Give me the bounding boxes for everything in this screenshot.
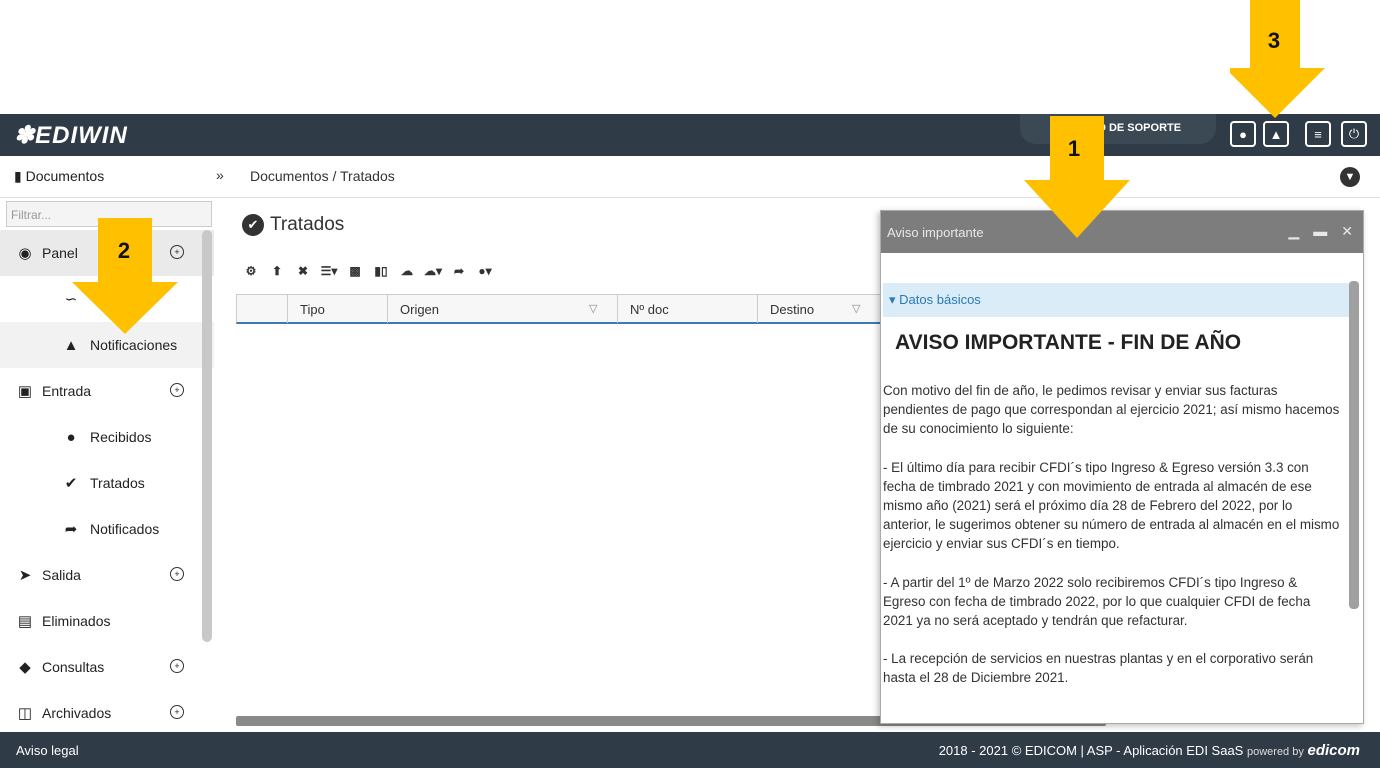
pdf-icon[interactable]: ▩ — [346, 260, 364, 282]
important-notice-dialog: Aviso importante ▁ ▬ ✕ ▾ Datos básicos A… — [880, 210, 1364, 724]
sidebar-item-consultas[interactable]: ◆ Consultas + — [0, 644, 214, 690]
column-tipo[interactable]: Tipo — [287, 295, 387, 323]
user-icon: ● — [1239, 126, 1247, 142]
exclamation-icon: ● — [66, 428, 76, 446]
column-numero-doc[interactable]: Nº doc — [617, 295, 757, 323]
bell-icon: ▲ — [63, 336, 79, 354]
notice-paragraph: - El último día para recibir CFDI´s tipo… — [883, 459, 1340, 552]
annotation-badge-1: 1 — [1052, 126, 1096, 172]
power-icon: ⏻ — [1348, 126, 1360, 141]
user-button[interactable]: ● — [1230, 121, 1256, 147]
section-selector[interactable]: ▮ Documentos — [14, 168, 104, 185]
notice-paragraph: Con motivo del fin de año, le pedimos re… — [883, 383, 1340, 437]
minimize-icon[interactable]: ▁ — [1288, 223, 1299, 240]
footer: Aviso legal 2018 - 2021 © EDICOM | ASP -… — [0, 732, 1380, 768]
collapse-chevron-icon[interactable]: » — [216, 167, 224, 183]
menu-icon: ≡ — [1314, 126, 1322, 142]
database-dropdown-icon[interactable]: ☰▾ — [320, 260, 338, 282]
check-circle-icon: ✔ — [64, 475, 78, 492]
cancel-icon[interactable]: ✖ — [294, 260, 312, 282]
paper-plane-icon: ➤ — [18, 567, 32, 584]
inbox-icon: ▣ — [17, 383, 33, 400]
expand-icon[interactable]: + — [170, 659, 184, 673]
bell-icon: ▲ — [1269, 126, 1283, 142]
caret-down-icon: ▾ — [889, 292, 896, 307]
filter-icon[interactable]: ▽ — [589, 302, 597, 315]
close-icon[interactable]: ✕ — [1341, 223, 1353, 240]
sidebar-item-salida[interactable]: ➤ Salida + — [0, 552, 214, 598]
copyright: 2018 - 2021 © EDICOM | ASP - Aplicación … — [938, 742, 1360, 759]
expand-icon[interactable]: + — [170, 383, 184, 397]
sidebar-item-recibidos[interactable]: ● Recibidos — [0, 414, 214, 460]
page-title: ✔ Tratados — [242, 214, 344, 236]
tag-dropdown-icon[interactable]: ●▾ — [476, 260, 494, 282]
sidebar-item-notificados[interactable]: ➦ Notificados — [0, 506, 214, 552]
barcode-icon[interactable]: ▮▯ — [372, 260, 390, 282]
legal-notice-link[interactable]: Aviso legal — [16, 743, 79, 758]
database-icon: ◫ — [17, 705, 33, 722]
filter-icon[interactable]: ▽ — [852, 302, 860, 315]
breadcrumb: Documentos / Tratados — [250, 168, 395, 184]
maximize-icon[interactable]: ▬ — [1313, 223, 1327, 240]
expand-icon[interactable]: + — [170, 567, 184, 581]
dialog-title: Aviso importante — [887, 225, 984, 240]
ediwin-logo[interactable]: ✽EDIWIN — [14, 121, 128, 150]
sidebar-scrollbar[interactable] — [202, 230, 212, 642]
document-icon: ▮ — [14, 168, 22, 184]
annotation-badge-2: 2 — [102, 228, 146, 274]
share-icon: ➦ — [64, 521, 78, 538]
cloud-upload-icon[interactable]: ☁ — [398, 260, 416, 282]
notice-heading: AVISO IMPORTANTE - FIN DE AÑO — [895, 331, 1242, 354]
cloud-download-dropdown-icon[interactable]: ☁▾ — [424, 260, 442, 282]
edicom-logo: edicom — [1307, 742, 1360, 759]
dialog-controls: ▁ ▬ ✕ — [1288, 223, 1353, 240]
check-circle-icon: ✔ — [242, 214, 264, 236]
tab-datos-basicos[interactable]: ▾ Datos básicos — [883, 283, 1349, 317]
documents-grid-header: Tipo Origen ▽ Nº doc Destino ▽ — [236, 294, 916, 324]
breadcrumb-bar: ▮ Documentos » Documentos / Tratados ▼ — [0, 156, 1380, 198]
notice-paragraph: - A partir del 1º de Marzo 2022 solo rec… — [883, 574, 1311, 629]
dialog-scrollbar[interactable] — [1349, 281, 1359, 609]
trash-icon: ▤ — [17, 613, 33, 630]
sidebar-item-entrada[interactable]: ▣ Entrada + — [0, 368, 214, 414]
annotation-badge-3: 3 — [1252, 18, 1296, 64]
top-header: ✽EDIWIN UD DE SOPORTE ● ▲ ≡ ⏻ — [0, 114, 1380, 156]
settings-icon[interactable]: ⚙ — [242, 260, 260, 282]
logo-mark-icon: ✽ — [14, 122, 36, 149]
sidebar-item-archivados[interactable]: ◫ Archivados + — [0, 690, 214, 732]
bolt-icon[interactable]: ⬆ — [268, 260, 286, 282]
binoculars-icon: ◆ — [19, 659, 31, 676]
notice-paragraph: - La recepción de servicios en nuestras … — [883, 651, 1314, 686]
notice-body: Con motivo del fin de año, le pedimos re… — [883, 381, 1343, 707]
download-icon[interactable]: ▼ — [1340, 167, 1360, 187]
dashboard-icon: ◉ — [18, 245, 32, 262]
sidebar-item-tratados[interactable]: ✔ Tratados — [0, 460, 214, 506]
sidebar-item-eliminados[interactable]: ▤ Eliminados — [0, 598, 214, 644]
expand-icon[interactable]: + — [170, 705, 184, 719]
toolbar: ⚙ ⬆ ✖ ☰▾ ▩ ▮▯ ☁ ☁▾ ➦ ●▾ — [242, 260, 494, 282]
menu-button[interactable]: ≡ — [1305, 121, 1331, 147]
column-origen[interactable]: Origen — [387, 295, 617, 323]
notifications-button[interactable]: ▲ — [1263, 121, 1289, 147]
logout-button[interactable]: ⏻ — [1341, 121, 1367, 147]
forward-icon[interactable]: ➦ — [450, 260, 468, 282]
